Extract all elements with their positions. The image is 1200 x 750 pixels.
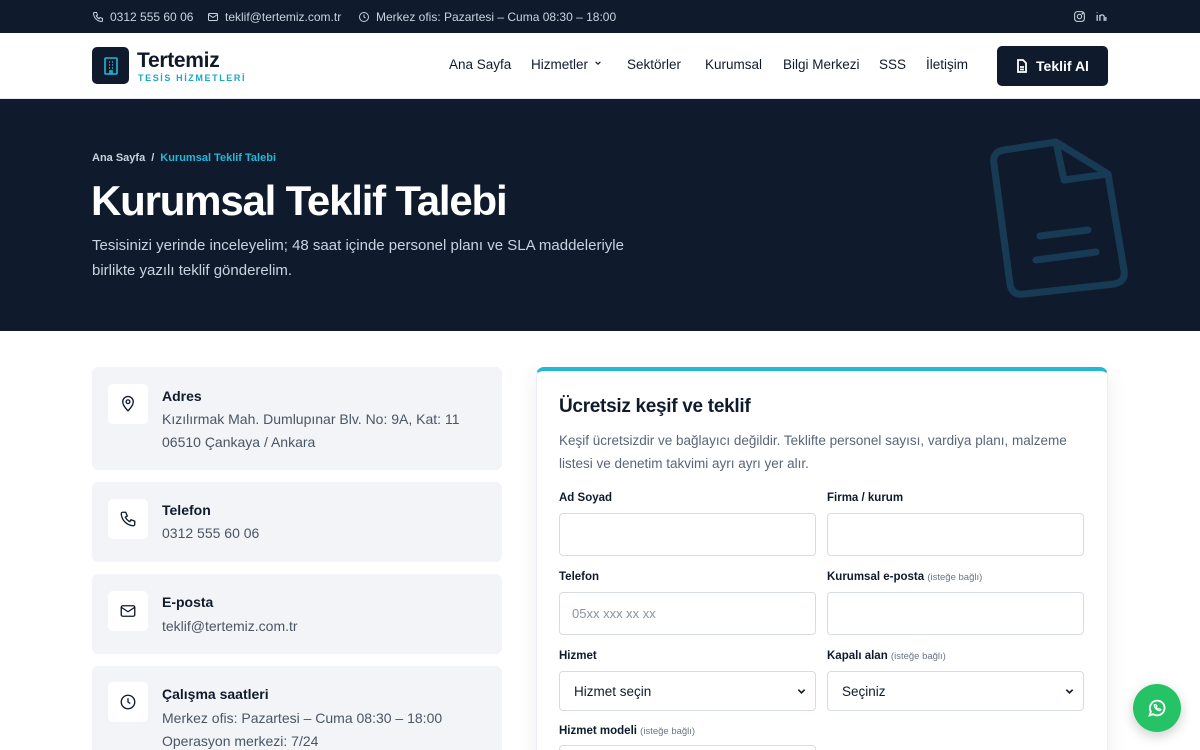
hours-title: Çalışma saatleri	[162, 686, 269, 702]
phone-title: Telefon	[162, 502, 211, 518]
clock-icon	[120, 694, 136, 710]
page-hero: Ana Sayfa / Kurumsal Teklif Talebi Kurumsa…	[0, 99, 1200, 331]
whatsapp-icon	[1148, 699, 1166, 717]
name-input[interactable]	[559, 513, 816, 556]
model-optional-hint: (isteğe bağlı)	[640, 726, 696, 737]
mail-icon	[120, 605, 136, 617]
chevron-down-icon	[595, 61, 601, 65]
breadcrumb-current: Kurumsal Teklif Talebi	[160, 152, 276, 164]
form-lead: Keşif ücretsizdir ve bağlayıcı değildir.…	[559, 433, 1067, 471]
area-optional-hint: (isteğe bağlı)	[890, 651, 946, 662]
nav-corporate[interactable]: Kurumsal	[705, 57, 762, 72]
mail-icon	[208, 12, 218, 21]
email-optional-hint: (isteğe bağlı)	[927, 572, 983, 583]
phone-icon	[92, 11, 103, 22]
nav-contact[interactable]: İletişim	[926, 57, 968, 72]
hours-line-1: Merkez ofis: Pazartesi – Cuma 08:30 – 18…	[162, 710, 443, 726]
service-select-value: Hizmet seçin	[574, 683, 652, 699]
linkedin-link[interactable]	[1095, 0, 1108, 33]
chevron-down-icon	[1065, 689, 1074, 694]
topbar-hours-text: Merkez ofis: Pazartesi – Cuma 08:30 – 18…	[376, 9, 617, 24]
phone-label: Telefon	[559, 571, 600, 583]
breadcrumb: Ana Sayfa / Kurumsal Teklif Talebi	[92, 152, 276, 164]
company-input[interactable]	[827, 513, 1084, 556]
breadcrumb-separator: /	[151, 152, 155, 164]
topbar-phone-text: 0312 555 60 06	[110, 9, 194, 24]
address-title: Adres	[162, 388, 202, 404]
clock-icon	[359, 11, 369, 22]
phone-card: Telefon 0312 555 60 06	[92, 482, 502, 562]
get-quote-button[interactable]: Teklif Al	[997, 46, 1108, 86]
nav-sectors[interactable]: Sektörler	[627, 57, 681, 72]
phone-input[interactable]	[559, 592, 816, 635]
nav-faq[interactable]: SSS	[879, 57, 906, 72]
whatsapp-button[interactable]	[1133, 684, 1181, 732]
form-title: Ücretsiz keşif ve teklif	[559, 396, 751, 417]
address-line-1: Kızılırmak Mah. Dumlupınar Blv. No: 9A, …	[162, 411, 460, 427]
page-description: Tesisinizi yerinde inceleyelim; 48 saat …	[92, 237, 624, 279]
page-title: Kurumsal Teklif Talebi	[91, 177, 508, 224]
topbar-email[interactable]: teklif@tertemiz.com.tr	[207, 0, 341, 33]
service-select[interactable]: Hizmet seçin	[559, 671, 816, 711]
email-icon-box	[108, 591, 148, 631]
quote-form-panel: Ücretsiz keşif ve teklif Keşif ücretsizd…	[536, 367, 1108, 750]
document-illustration-icon	[990, 138, 1128, 298]
email-value[interactable]: teklif@tertemiz.com.tr	[162, 615, 298, 638]
top-bar: 0312 555 60 06 teklif@tertemiz.com.tr Me…	[0, 0, 1200, 33]
brand-name[interactable]: Tertemiz	[137, 49, 220, 73]
hours-card: Çalışma saatleri Merkez ofis: Pazartesi …	[92, 666, 502, 750]
address-line-2: 06510 Çankaya / Ankara	[162, 434, 316, 450]
get-quote-label: Teklif Al	[1036, 58, 1089, 74]
area-label-text: Kapalı alan	[827, 650, 888, 662]
logo-mark[interactable]	[92, 47, 129, 84]
address-card: Adres Kızılırmak Mah. Dumlupınar Blv. No…	[92, 367, 502, 470]
company-label: Firma / kurum	[827, 492, 904, 504]
instagram-icon	[1074, 11, 1085, 22]
area-select-value: Seçiniz	[842, 683, 886, 699]
map-pin-icon	[122, 395, 134, 412]
email-label: Kurumsal e-posta (isteğe bağlı)	[827, 571, 982, 583]
service-label: Hizmet	[559, 650, 597, 662]
phone-value[interactable]: 0312 555 60 06	[162, 522, 259, 545]
model-select[interactable]	[559, 745, 816, 750]
topbar-hours: Merkez ofis: Pazartesi – Cuma 08:30 – 18…	[358, 0, 616, 33]
nav-services[interactable]: Hizmetler	[531, 57, 602, 72]
area-select[interactable]: Seçiniz	[827, 671, 1084, 711]
building-icon	[103, 56, 118, 75]
model-label: Hizmet modeli (isteğe bağlı)	[559, 725, 695, 737]
email-input[interactable]	[827, 592, 1084, 635]
model-label-text: Hizmet modeli	[559, 725, 637, 737]
document-icon	[1017, 59, 1027, 73]
linkedin-icon	[1096, 12, 1107, 21]
nav-services-label: Hizmetler	[531, 57, 589, 72]
phone-icon-box	[108, 499, 148, 539]
chevron-down-icon	[797, 689, 806, 694]
email-card: E-posta teklif@tertemiz.com.tr	[92, 574, 502, 654]
nav-home[interactable]: Ana Sayfa	[449, 57, 511, 72]
address-icon-box	[108, 384, 148, 424]
nav-knowledge[interactable]: Bilgi Merkezi	[783, 57, 860, 72]
email-label-text: Kurumsal e-posta	[827, 571, 925, 583]
site-header: Tertemiz TESİS HİZMETLERİ Ana Sayfa Hizm…	[0, 33, 1200, 99]
name-label: Ad Soyad	[559, 492, 613, 504]
hours-icon-box	[108, 682, 148, 722]
brand-tagline: TESİS HİZMETLERİ	[138, 73, 247, 83]
area-label: Kapalı alan (isteğe bağlı)	[827, 650, 946, 662]
phone-icon	[120, 511, 136, 527]
email-title: E-posta	[162, 594, 214, 610]
instagram-link[interactable]	[1073, 0, 1086, 33]
hours-line-2: Operasyon merkezi: 7/24	[162, 733, 319, 749]
topbar-email-text: teklif@tertemiz.com.tr	[225, 9, 342, 24]
topbar-phone[interactable]: 0312 555 60 06	[92, 0, 193, 33]
breadcrumb-home[interactable]: Ana Sayfa	[92, 152, 145, 164]
